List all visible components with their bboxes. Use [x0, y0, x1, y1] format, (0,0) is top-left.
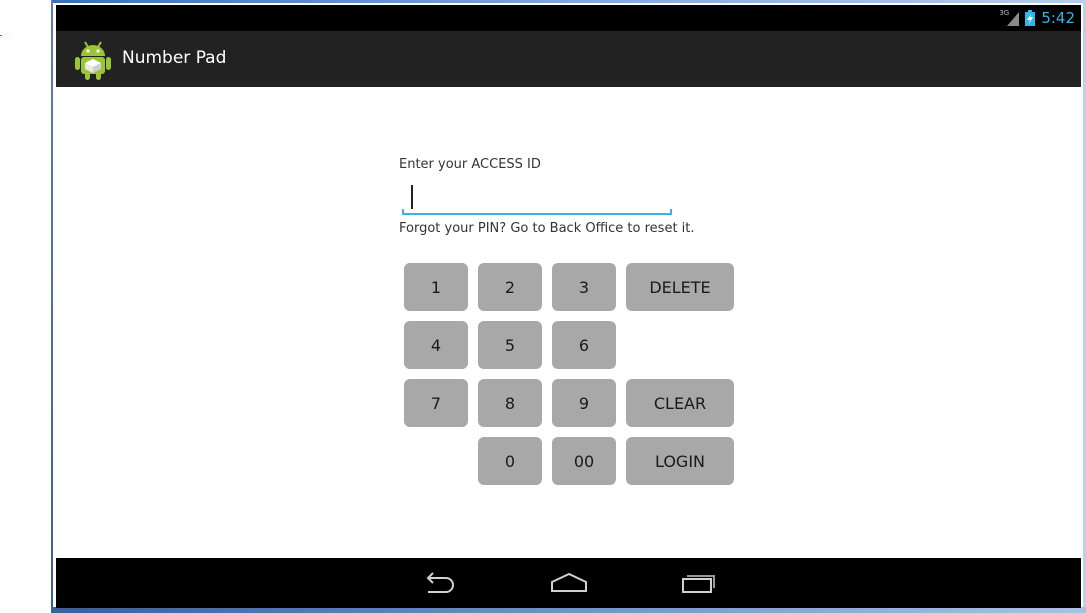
key-1[interactable]: 1: [404, 263, 468, 311]
signal-3g-icon: 3G: [999, 9, 1021, 27]
status-icons: 3G 5:42: [999, 5, 1075, 31]
key-2[interactable]: 2: [478, 263, 542, 311]
key-00[interactable]: 00: [552, 437, 616, 485]
window-frame-top: [51, 0, 1086, 3]
clear-button[interactable]: CLEAR: [626, 379, 734, 427]
key-9[interactable]: 9: [552, 379, 616, 427]
key-8[interactable]: 8: [478, 379, 542, 427]
emulator-screen: 3G 5:42 Number Pad Enter your ACCESS ID …: [56, 5, 1081, 608]
input-underline: [402, 213, 672, 215]
delete-button[interactable]: DELETE: [626, 263, 734, 311]
key-0[interactable]: 0: [478, 437, 542, 485]
app-title: Number Pad: [122, 48, 227, 68]
key-4[interactable]: 4: [404, 321, 468, 369]
text-caret: [411, 185, 413, 209]
access-id-input[interactable]: [402, 179, 672, 215]
key-5[interactable]: 5: [478, 321, 542, 369]
login-button[interactable]: LOGIN: [626, 437, 734, 485]
home-icon[interactable]: [546, 566, 592, 598]
window-frame-left: [51, 0, 53, 613]
android-robot-icon[interactable]: [74, 39, 112, 81]
key-6[interactable]: 6: [552, 321, 616, 369]
input-underline-tick-right: [670, 209, 672, 214]
key-3[interactable]: 3: [552, 263, 616, 311]
recent-apps-icon[interactable]: [675, 566, 721, 598]
back-icon[interactable]: [418, 566, 464, 598]
access-id-label: Enter your ACCESS ID: [399, 157, 541, 172]
navigation-bar: [56, 558, 1081, 608]
status-bar: 3G 5:42: [56, 5, 1081, 31]
action-bar: Number Pad: [56, 31, 1081, 87]
main-content: Enter your ACCESS ID Forgot your PIN? Go…: [56, 87, 1081, 558]
input-underline-tick-left: [402, 209, 404, 214]
status-clock: 5:42: [1041, 9, 1075, 27]
stray-red-mark: [0, 35, 2, 36]
key-7[interactable]: 7: [404, 379, 468, 427]
battery-charging-icon: [1025, 10, 1036, 26]
forgot-pin-hint: Forgot your PIN? Go to Back Office to re…: [399, 221, 695, 236]
